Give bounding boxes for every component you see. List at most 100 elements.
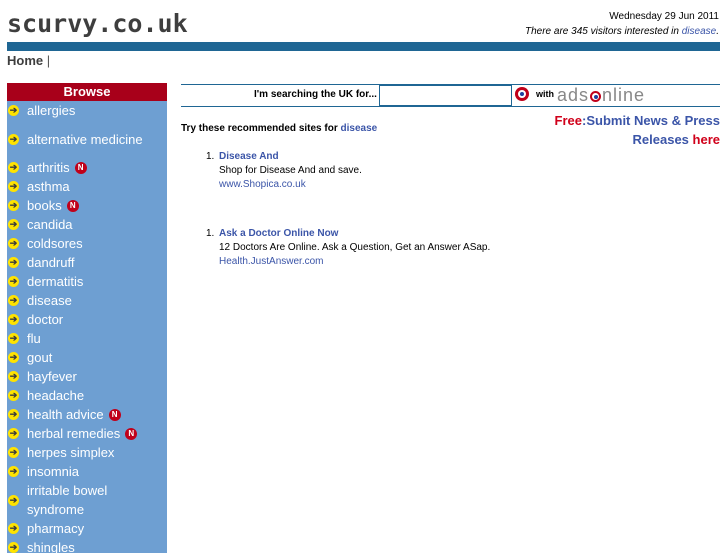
sidebar-item-label: hayfever	[27, 369, 77, 384]
adsonline-logo[interactable]: ads nline	[557, 85, 645, 105]
sidebar-item-label: herbal remedies	[27, 426, 121, 441]
arrow-bullet-icon: ➔	[8, 523, 19, 534]
arrow-bullet-icon: ➔	[8, 133, 19, 145]
header-bar	[7, 42, 720, 51]
arrow-bullet-icon: ➔	[8, 219, 19, 230]
sidebar-item[interactable]: ➔ insomnia	[7, 462, 167, 481]
sidebar-item-label: allergies	[27, 103, 76, 118]
result-item: 1. Disease And Shop for Disease And and …	[206, 150, 362, 192]
sidebar-item-label: dermatitis	[27, 274, 84, 289]
result-description: 12 Doctors Are Online. Ask a Question, G…	[219, 242, 491, 253]
promo-here-link[interactable]: here	[693, 132, 720, 147]
sidebar-item-label: flu	[27, 331, 41, 346]
sidebar-item-label: insomnia	[27, 464, 80, 479]
sidebar-item[interactable]: ➔ dandruff	[7, 253, 167, 272]
sidebar-item[interactable]: ➔ headache	[7, 386, 167, 405]
sidebar-item-label: alternative medicine	[27, 131, 143, 147]
arrow-bullet-icon: ➔	[8, 390, 19, 401]
arrow-bullet-icon: ➔	[8, 352, 19, 363]
browse-title: Browse	[7, 83, 167, 101]
sidebar-item[interactable]: ➔ pharmacy	[7, 519, 167, 538]
with-label: with	[536, 89, 554, 99]
sidebar-item[interactable]: ➔ hayfever	[7, 367, 167, 386]
sidebar-item[interactable]: ➔ shingles	[7, 538, 167, 557]
home-link[interactable]: Home	[7, 53, 43, 68]
sidebar-item-label: shingles	[27, 540, 75, 555]
sidebar-item[interactable]: ➔ books N	[7, 196, 167, 215]
sidebar-item[interactable]: ➔ doctor	[7, 310, 167, 329]
promo-line1: :Submit News & Press	[582, 113, 720, 128]
sidebar-item[interactable]: ➔ herbal remedies N	[7, 424, 167, 443]
sidebar-item-label: candida	[27, 217, 73, 232]
adsonline-logo-suffix: nline	[602, 85, 646, 105]
recommend-prefix: Try these recommended sites for	[181, 123, 341, 134]
result-title-link[interactable]: Ask a Doctor Online Now	[219, 227, 490, 241]
target-logo-icon[interactable]	[515, 87, 529, 101]
arrow-bullet-icon: ➔	[8, 238, 19, 249]
result-title-link[interactable]: Disease And	[219, 150, 362, 164]
visitor-topic-link[interactable]: disease	[682, 26, 716, 37]
sidebar-item-label: gout	[27, 350, 53, 365]
arrow-bullet-icon: ➔	[8, 371, 19, 382]
arrow-bullet-icon: ➔	[8, 276, 19, 287]
breadcrumb-separator: |	[46, 53, 51, 68]
site-logo[interactable]: scurvy.co.uk	[7, 9, 188, 38]
arrow-bullet-icon: ➔	[8, 494, 19, 506]
search-bar: I'm searching the UK for... with ads nlin…	[181, 84, 720, 107]
sidebar-item[interactable]: ➔ irritable bowel syndrome	[7, 481, 167, 519]
arrow-bullet-icon: ➔	[8, 162, 19, 173]
sidebar-item[interactable]: ➔ dermatitis	[7, 272, 167, 291]
result-number: 1.	[206, 151, 215, 162]
browse-list: ➔ allergies ➔ alternative medicine ➔ arthriti…	[7, 101, 167, 557]
sidebar-item-label: doctor	[27, 312, 64, 327]
sidebar-item-label: arthritis	[27, 160, 70, 175]
new-badge-icon: N	[125, 427, 138, 440]
sidebar-item-label: herpes simplex	[27, 445, 115, 460]
sidebar-item[interactable]: ➔ herpes simplex	[7, 443, 167, 462]
arrow-bullet-icon: ➔	[8, 314, 19, 325]
arrow-bullet-icon: ➔	[8, 295, 19, 306]
sidebar-item-label: books	[27, 198, 62, 213]
recommend-heading: Try these recommended sites for disease	[181, 123, 377, 134]
arrow-bullet-icon: ➔	[8, 181, 19, 192]
sidebar-item-label: pharmacy	[27, 521, 85, 536]
visitor-count: There are 345 visitors interested in dis…	[525, 26, 719, 37]
sidebar-item[interactable]: ➔ arthritis N	[7, 158, 167, 177]
result-item: 1. Ask a Doctor Online Now 12 Doctors Ar…	[206, 227, 490, 269]
sidebar-item[interactable]: ➔ gout	[7, 348, 167, 367]
sidebar-item[interactable]: ➔ health advice N	[7, 405, 167, 424]
arrow-bullet-icon: ➔	[8, 333, 19, 344]
result-number: 1.	[206, 228, 215, 239]
new-badge-icon: N	[108, 408, 121, 421]
press-release-promo[interactable]: Free:Submit News & Press Releases here	[555, 111, 720, 149]
promo-free: Free	[554, 113, 582, 128]
result-url-link[interactable]: Health.JustAnswer.com	[219, 255, 490, 269]
promo-line2: Releases	[632, 132, 693, 147]
sidebar-item[interactable]: ➔ asthma	[7, 177, 167, 196]
sidebar-item[interactable]: ➔ disease	[7, 291, 167, 310]
arrow-bullet-icon: ➔	[8, 409, 19, 420]
sidebar-item[interactable]: ➔ allergies	[7, 101, 167, 120]
visitor-count-suffix: .	[716, 26, 719, 37]
sidebar-item-label: health advice	[27, 407, 104, 422]
browse-sidebar: Browse ➔ allergies ➔ alternative medicine ➔ a…	[7, 83, 167, 555]
result-url-link[interactable]: www.Shopica.co.uk	[219, 178, 362, 192]
search-input[interactable]	[379, 85, 512, 106]
sidebar-item[interactable]: ➔ candida	[7, 215, 167, 234]
sidebar-item[interactable]: ➔ flu	[7, 329, 167, 348]
sidebar-item[interactable]: ➔ coldsores	[7, 234, 167, 253]
new-badge-icon: N	[74, 161, 87, 174]
sidebar-item-label: asthma	[27, 179, 70, 194]
sidebar-item[interactable]: ➔ alternative medicine	[7, 120, 167, 158]
arrow-bullet-icon: ➔	[8, 257, 19, 268]
visitor-count-text: There are 345 visitors interested in	[525, 26, 682, 37]
arrow-bullet-icon: ➔	[8, 105, 19, 116]
search-label: I'm searching the UK for...	[254, 89, 377, 100]
sidebar-item-label: dandruff	[27, 255, 75, 270]
sidebar-item-label: coldsores	[27, 236, 83, 251]
sidebar-item-label: disease	[27, 293, 72, 308]
adsonline-o-icon	[590, 91, 602, 102]
sidebar-item-label: headache	[27, 388, 85, 403]
result-description: Shop for Disease And and save.	[219, 165, 362, 176]
recommend-topic-link[interactable]: disease	[341, 123, 378, 134]
